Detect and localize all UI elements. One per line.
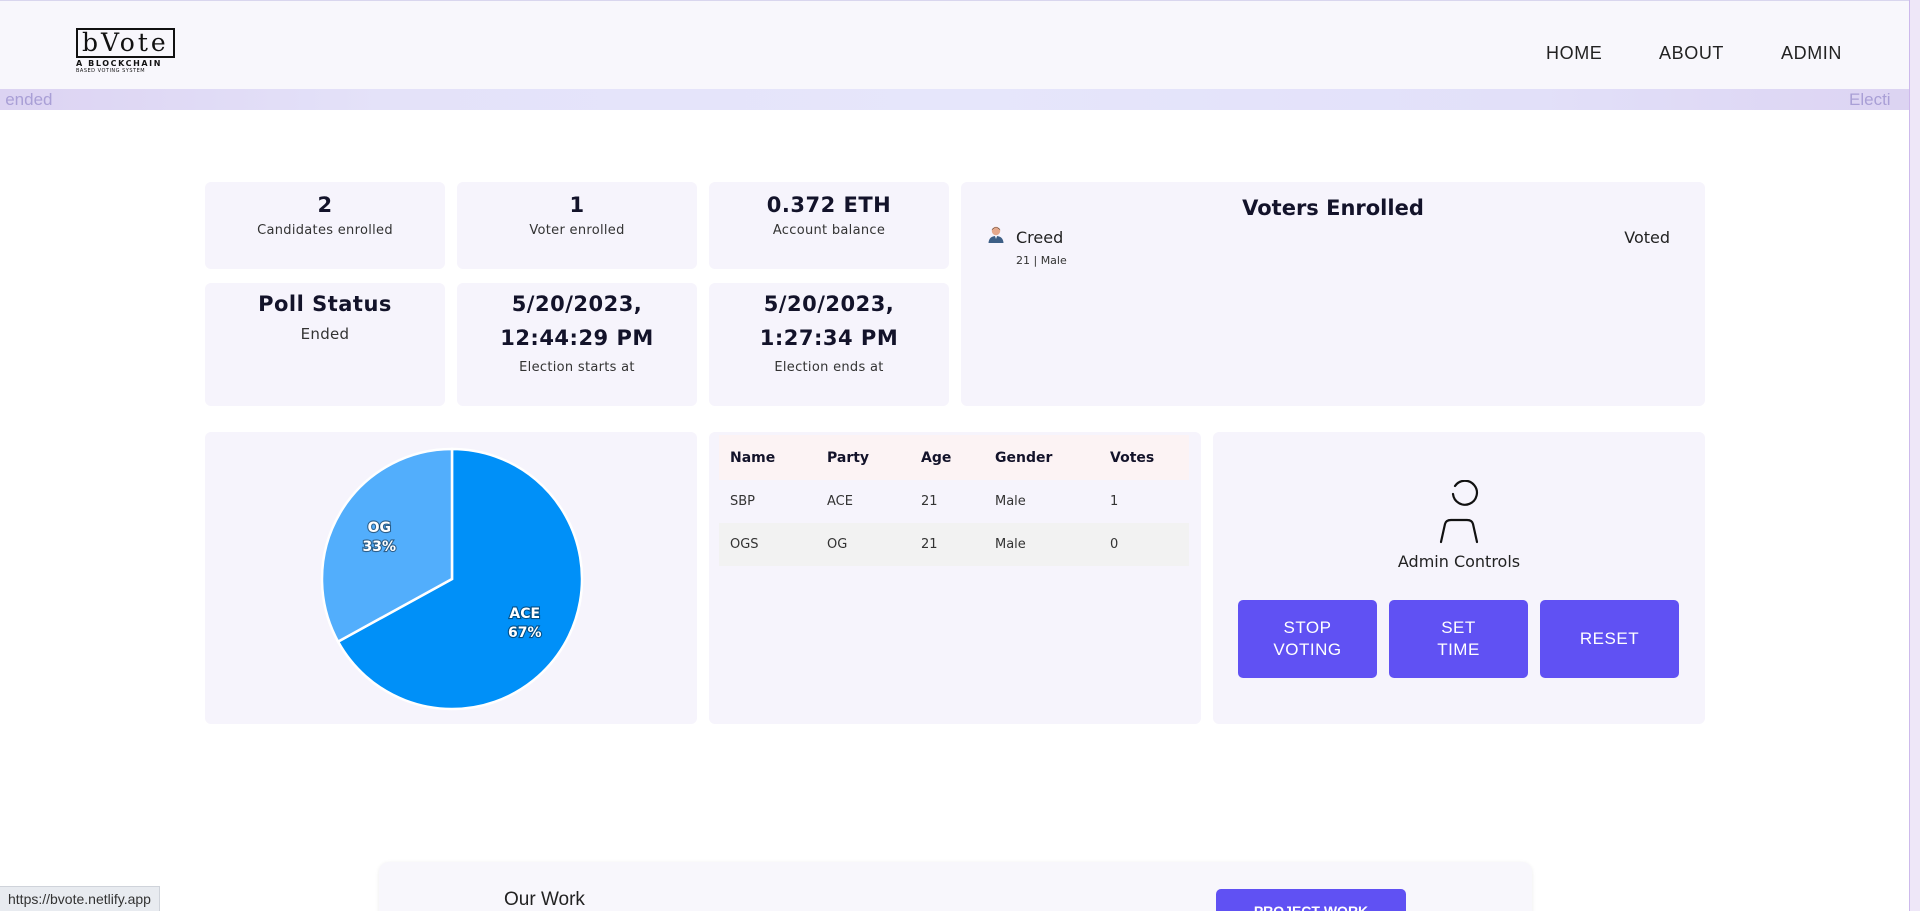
voters-count: 1 <box>569 193 585 217</box>
browser-status-bar: https://bvote.netlify.app <box>0 886 160 911</box>
candidates-label: Candidates enrolled <box>257 223 393 238</box>
results-pie-chart: ACE 67% OG 33% <box>320 447 584 711</box>
set-label-line2: TIME <box>1437 640 1480 659</box>
pie-label-og: OG <box>368 520 391 536</box>
header-party: Party <box>827 449 870 466</box>
set-label-line1: SET <box>1441 618 1476 637</box>
table-header-row: Name Party Age Gender Votes <box>719 435 1189 480</box>
nav-admin-link[interactable]: ADMIN <box>1781 43 1842 64</box>
set-time-button[interactable]: SET TIME <box>1389 600 1528 678</box>
start-label: Election starts at <box>519 360 635 375</box>
voter-name: Creed <box>1016 228 1064 247</box>
admin-person-icon <box>1439 480 1479 544</box>
candidates-table: Name Party Age Gender Votes SBP ACE 21 M… <box>719 435 1189 566</box>
cell-name: SBP <box>730 494 756 509</box>
table-row: SBP ACE 21 Male 1 <box>719 480 1189 523</box>
cell-gender: Male <box>995 494 1026 509</box>
candidates-card: 2 Candidates enrolled <box>205 182 445 269</box>
header-name: Name <box>730 449 776 466</box>
nav-home-link[interactable]: HOME <box>1546 43 1602 64</box>
header-age: Age <box>921 449 952 466</box>
stop-label-line1: STOP <box>1283 618 1332 637</box>
reset-button[interactable]: RESET <box>1540 600 1679 678</box>
project-work-button[interactable]: PROJECT WORK <box>1216 889 1406 911</box>
end-label: Election ends at <box>774 360 884 375</box>
user-avatar-icon <box>988 226 1004 243</box>
results-chart-card: ACE 67% OG 33% <box>205 432 697 724</box>
cell-name: OGS <box>730 537 759 552</box>
candidates-count: 2 <box>317 193 333 217</box>
our-work-title: Our Work <box>504 889 585 910</box>
page-scrollbar[interactable] <box>1909 0 1920 911</box>
poll-status-card: Poll Status Ended <box>205 283 445 406</box>
election-end-card: 5/20/2023, 1:27:34 PM Election ends at <box>709 283 949 406</box>
balance-label: Account balance <box>772 223 886 238</box>
start-date: 5/20/2023, <box>511 292 643 316</box>
admin-controls-card: Admin Controls STOP VOTING SET TIME RESET <box>1213 432 1705 724</box>
logo-subtitle: A BLOCKCHAIN <box>76 59 163 68</box>
logo-title: bVote <box>76 28 175 58</box>
stop-voting-button[interactable]: STOP VOTING <box>1238 600 1377 678</box>
cell-gender: Male <box>995 537 1026 552</box>
voter-details: 21 | Male <box>1016 254 1067 267</box>
cell-party: OG <box>827 537 848 552</box>
header-votes: Votes <box>1110 449 1155 466</box>
marquee-text-left: s ended <box>0 90 53 109</box>
cell-party: ACE <box>827 494 853 509</box>
cell-votes: 0 <box>1110 537 1119 552</box>
table-row: OGS OG 21 Male 0 <box>719 523 1189 566</box>
pie-label-ace: ACE <box>509 606 540 622</box>
pie-percent-og: 33% <box>363 539 397 555</box>
cell-age: 21 <box>921 537 938 552</box>
voters-card: 1 Voter enrolled <box>457 182 697 269</box>
end-time: 1:27:34 PM <box>759 326 899 350</box>
candidates-table-card: Name Party Age Gender Votes SBP ACE 21 M… <box>709 432 1201 724</box>
logo-tagline: BASED VOTING SYSTEM <box>76 68 146 74</box>
pie-percent-ace: 67% <box>508 625 542 641</box>
start-time: 12:44:29 PM <box>500 326 654 350</box>
logo[interactable]: bVote A BLOCKCHAIN BASED VOTING SYSTEM <box>76 28 175 74</box>
balance-card: 0.372 ETH Account balance <box>709 182 949 269</box>
navbar: bVote A BLOCKCHAIN BASED VOTING SYSTEM H… <box>0 1 1920 89</box>
nav-about-link[interactable]: ABOUT <box>1659 43 1724 64</box>
voters-enrolled-panel: Voters Enrolled Creed 21 | Male Voted <box>961 182 1705 406</box>
cell-age: 21 <box>921 494 938 509</box>
poll-status-title: Poll Status <box>258 292 392 316</box>
cell-votes: 1 <box>1110 494 1119 509</box>
end-date: 5/20/2023, <box>763 292 895 316</box>
status-marquee: s ended Electi <box>0 89 1920 110</box>
marquee-text-right: Electi <box>1849 90 1891 109</box>
header-gender: Gender <box>995 449 1053 466</box>
voters-label: Voter enrolled <box>529 223 625 238</box>
our-work-section: Our Work PROJECT WORK <box>379 862 1532 911</box>
account-balance: 0.372 ETH <box>766 193 892 217</box>
election-start-card: 5/20/2023, 12:44:29 PM Election starts a… <box>457 283 697 406</box>
admin-controls-title: Admin Controls <box>1397 552 1521 571</box>
voters-enrolled-title: Voters Enrolled <box>1242 196 1424 220</box>
stop-label-line2: VOTING <box>1273 640 1342 659</box>
voter-status: Voted <box>1624 228 1670 247</box>
poll-status-value: Ended <box>300 325 350 343</box>
